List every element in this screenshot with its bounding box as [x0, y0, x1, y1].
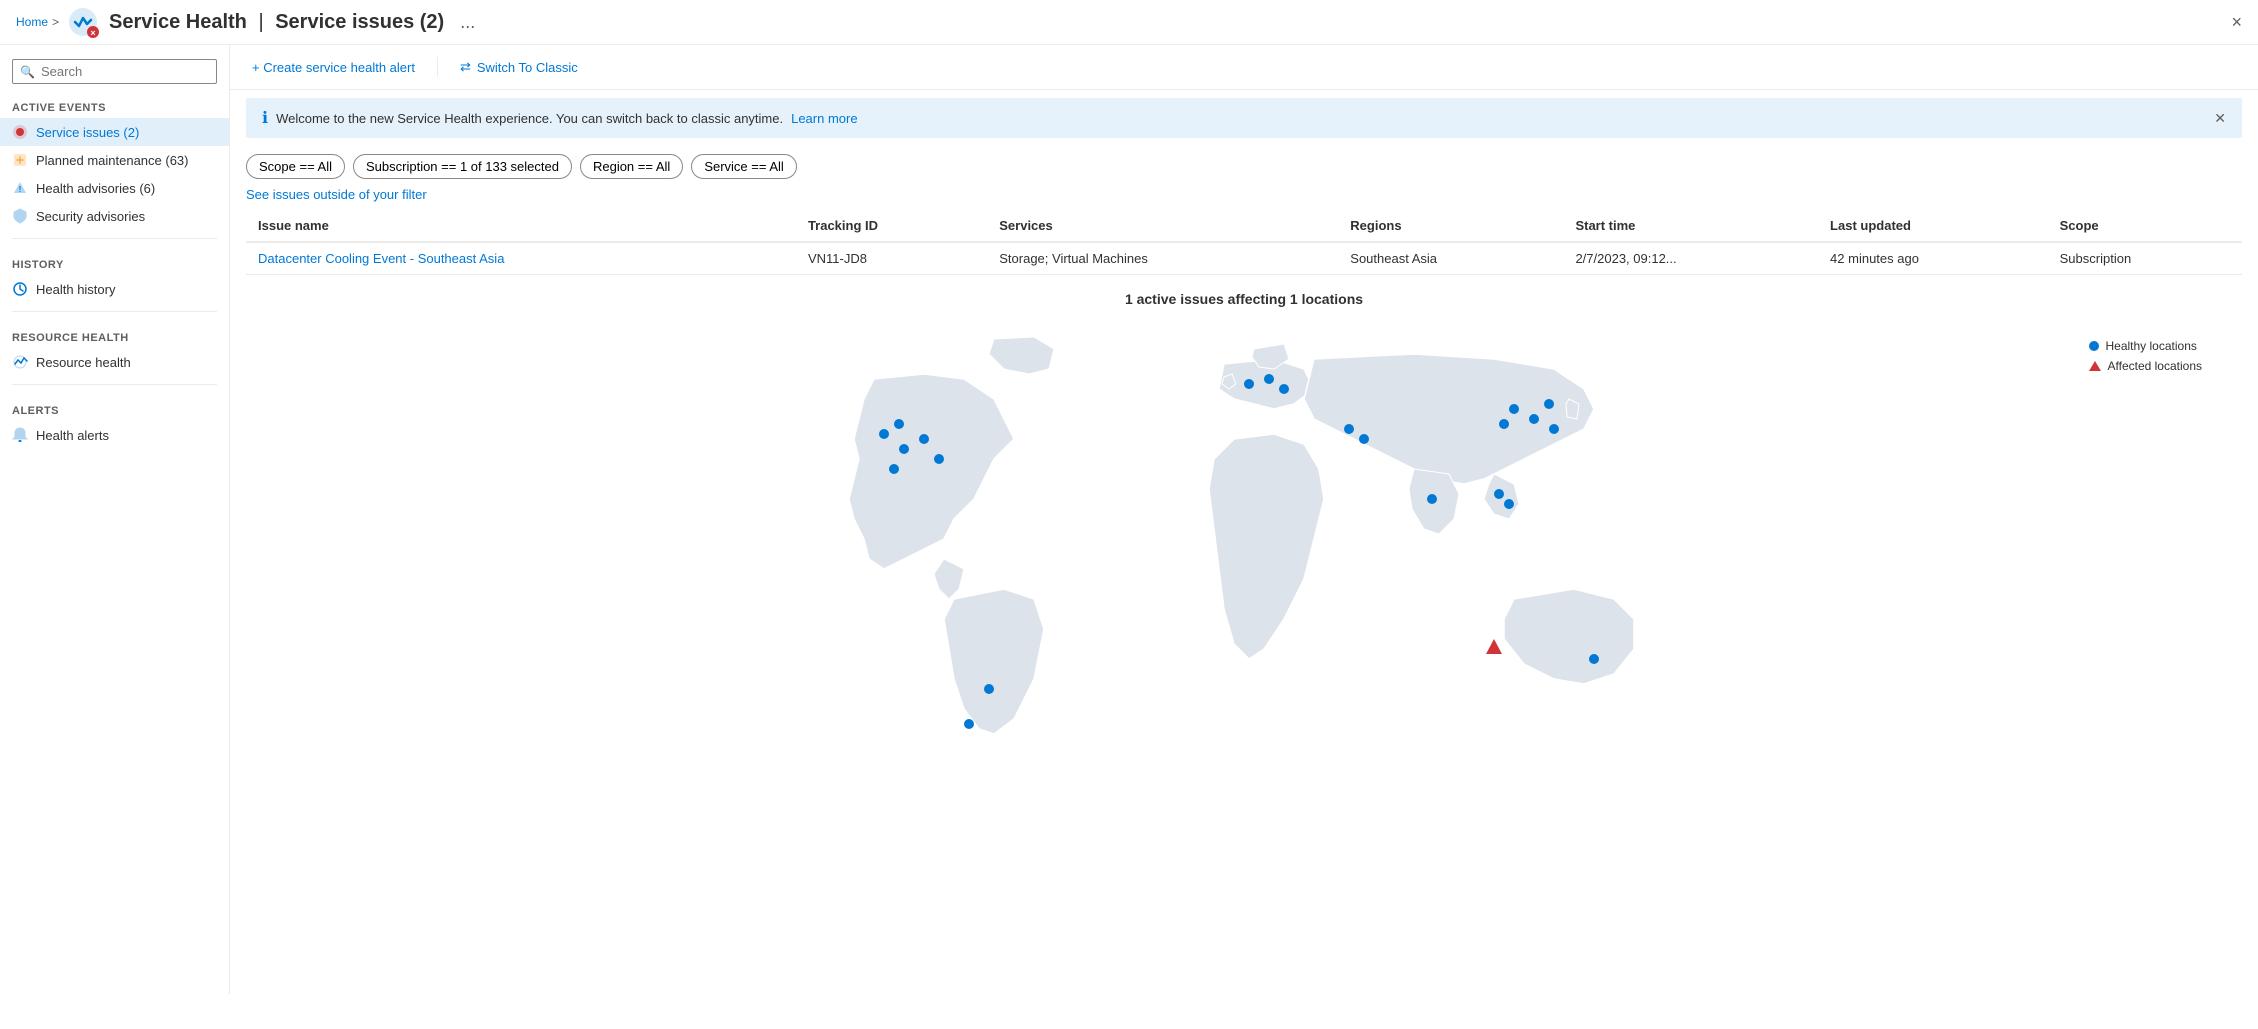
top-bar: Home > × Service Health | Service issues… — [0, 0, 2258, 45]
legend-affected: Affected locations — [2089, 359, 2202, 373]
sidebar-item-health-advisories[interactable]: ! Health advisories (6) — [0, 174, 229, 202]
col-tracking-id: Tracking ID — [796, 210, 987, 242]
sidebar-item-health-history[interactable]: Health history — [0, 275, 229, 303]
col-start-time: Start time — [1563, 210, 1818, 242]
service-health-icon: × — [67, 6, 99, 38]
banner-close-button[interactable]: ✕ — [2214, 110, 2226, 127]
breadcrumb-separator: > — [52, 15, 59, 29]
sidebar-item-resource-health[interactable]: Resource health — [0, 348, 229, 376]
cell-tracking-id: VN11-JD8 — [796, 242, 987, 275]
search-wrap: 🔍 — [12, 59, 217, 84]
service-issues-icon — [12, 124, 28, 140]
main-layout: 🔍 ACTIVE EVENTS Service issues (2) — [0, 45, 2258, 994]
svg-text:×: × — [90, 28, 95, 38]
legend-affected-label: Affected locations — [2107, 359, 2202, 373]
security-advisories-icon — [12, 208, 28, 224]
close-button[interactable]: × — [2231, 13, 2242, 31]
sidebar-item-service-issues[interactable]: Service issues (2) — [0, 118, 229, 146]
top-bar-left: Home > × Service Health | Service issues… — [16, 6, 481, 38]
cell-start-time: 2/7/2023, 09:12... — [1563, 242, 1818, 275]
switch-classic-button[interactable]: ⇄ Switch To Classic — [454, 55, 584, 79]
sidebar-item-security-advisories[interactable]: Security advisories — [0, 202, 229, 230]
filter-scope[interactable]: Scope == All — [246, 154, 345, 179]
divider-3 — [12, 384, 217, 385]
filters-area: Scope == All Subscription == 1 of 133 se… — [230, 146, 2258, 187]
planned-maintenance-icon — [12, 152, 28, 168]
health-alerts-icon — [12, 427, 28, 443]
issue-link[interactable]: Datacenter Cooling Event - Southeast Asi… — [258, 251, 504, 266]
table-body: Datacenter Cooling Event - Southeast Asi… — [246, 242, 2242, 275]
sidebar-item-health-alerts[interactable]: Health alerts — [0, 421, 229, 449]
sidebar-label-service-issues: Service issues (2) — [36, 125, 139, 140]
divider-1 — [12, 238, 217, 239]
resource-health-icon — [12, 354, 28, 370]
legend-healthy-label: Healthy locations — [2105, 339, 2196, 353]
active-events-label: ACTIVE EVENTS — [0, 90, 229, 118]
resource-health-label: RESOURCE HEALTH — [0, 320, 229, 348]
cell-services: Storage; Virtual Machines — [987, 242, 1338, 275]
world-map — [794, 319, 1694, 739]
sidebar-label-health-history: Health history — [36, 282, 115, 297]
alerts-label: ALERTS — [0, 393, 229, 421]
issues-table-container: Issue name Tracking ID Services Regions … — [230, 210, 2258, 275]
col-scope: Scope — [2048, 210, 2242, 242]
sidebar-label-health-advisories: Health advisories (6) — [36, 181, 155, 196]
health-history-icon — [12, 281, 28, 297]
map-wrapper: Healthy locations Affected locations — [246, 319, 2242, 739]
affected-triangle — [2089, 361, 2101, 371]
sidebar-item-planned-maintenance[interactable]: Planned maintenance (63) — [0, 146, 229, 174]
col-issue-name: Issue name — [246, 210, 796, 242]
map-legend: Healthy locations Affected locations — [2089, 339, 2202, 373]
filter-subscription[interactable]: Subscription == 1 of 133 selected — [353, 154, 572, 179]
page-title-area: × Service Health | Service issues (2) ..… — [67, 6, 481, 38]
switch-classic-icon: ⇄ — [460, 59, 471, 75]
issues-table: Issue name Tracking ID Services Regions … — [246, 210, 2242, 275]
filter-region[interactable]: Region == All — [580, 154, 683, 179]
banner-text: ℹ Welcome to the new Service Health expe… — [262, 108, 858, 128]
cell-last-updated: 42 minutes ago — [1818, 242, 2048, 275]
toolbar: + Create service health alert ⇄ Switch T… — [230, 45, 2258, 90]
table-row: Datacenter Cooling Event - Southeast Asi… — [246, 242, 2242, 275]
sidebar-label-resource-health: Resource health — [36, 355, 131, 370]
search-icon: 🔍 — [20, 65, 35, 79]
see-issues-link[interactable]: See issues outside of your filter — [230, 187, 2258, 202]
divider-2 — [12, 311, 217, 312]
page-title: Service Health | Service issues (2) — [109, 11, 444, 34]
col-last-updated: Last updated — [1818, 210, 2048, 242]
col-regions: Regions — [1338, 210, 1563, 242]
svg-text:!: ! — [19, 185, 22, 194]
ellipsis-button[interactable]: ... — [454, 10, 481, 35]
sidebar-label-health-alerts: Health alerts — [36, 428, 109, 443]
history-label: HISTORY — [0, 247, 229, 275]
breadcrumb-home[interactable]: Home — [16, 15, 48, 29]
info-icon: ℹ — [262, 108, 268, 128]
sidebar-search-area: 🔍 — [0, 53, 229, 90]
filter-service[interactable]: Service == All — [691, 154, 797, 179]
table-header-row: Issue name Tracking ID Services Regions … — [246, 210, 2242, 242]
col-services: Services — [987, 210, 1338, 242]
health-advisories-icon: ! — [12, 180, 28, 196]
info-banner: ℹ Welcome to the new Service Health expe… — [246, 98, 2242, 138]
cell-issue-name: Datacenter Cooling Event - Southeast Asi… — [246, 242, 796, 275]
sidebar: 🔍 ACTIVE EVENTS Service issues (2) — [0, 45, 230, 994]
search-input[interactable] — [12, 59, 217, 84]
create-alert-button[interactable]: + Create service health alert — [246, 56, 421, 79]
table-header: Issue name Tracking ID Services Regions … — [246, 210, 2242, 242]
sidebar-label-security-advisories: Security advisories — [36, 209, 145, 224]
sidebar-label-planned-maintenance: Planned maintenance (63) — [36, 153, 189, 168]
healthy-dot — [2089, 341, 2099, 351]
legend-healthy: Healthy locations — [2089, 339, 2202, 353]
learn-more-link[interactable]: Learn more — [791, 111, 857, 126]
breadcrumb: Home > — [16, 15, 59, 29]
toolbar-separator — [437, 57, 438, 77]
main-content: + Create service health alert ⇄ Switch T… — [230, 45, 2258, 994]
cell-scope: Subscription — [2048, 242, 2242, 275]
map-section: 1 active issues affecting 1 locations — [230, 275, 2258, 755]
map-title: 1 active issues affecting 1 locations — [246, 291, 2242, 307]
cell-regions: Southeast Asia — [1338, 242, 1563, 275]
